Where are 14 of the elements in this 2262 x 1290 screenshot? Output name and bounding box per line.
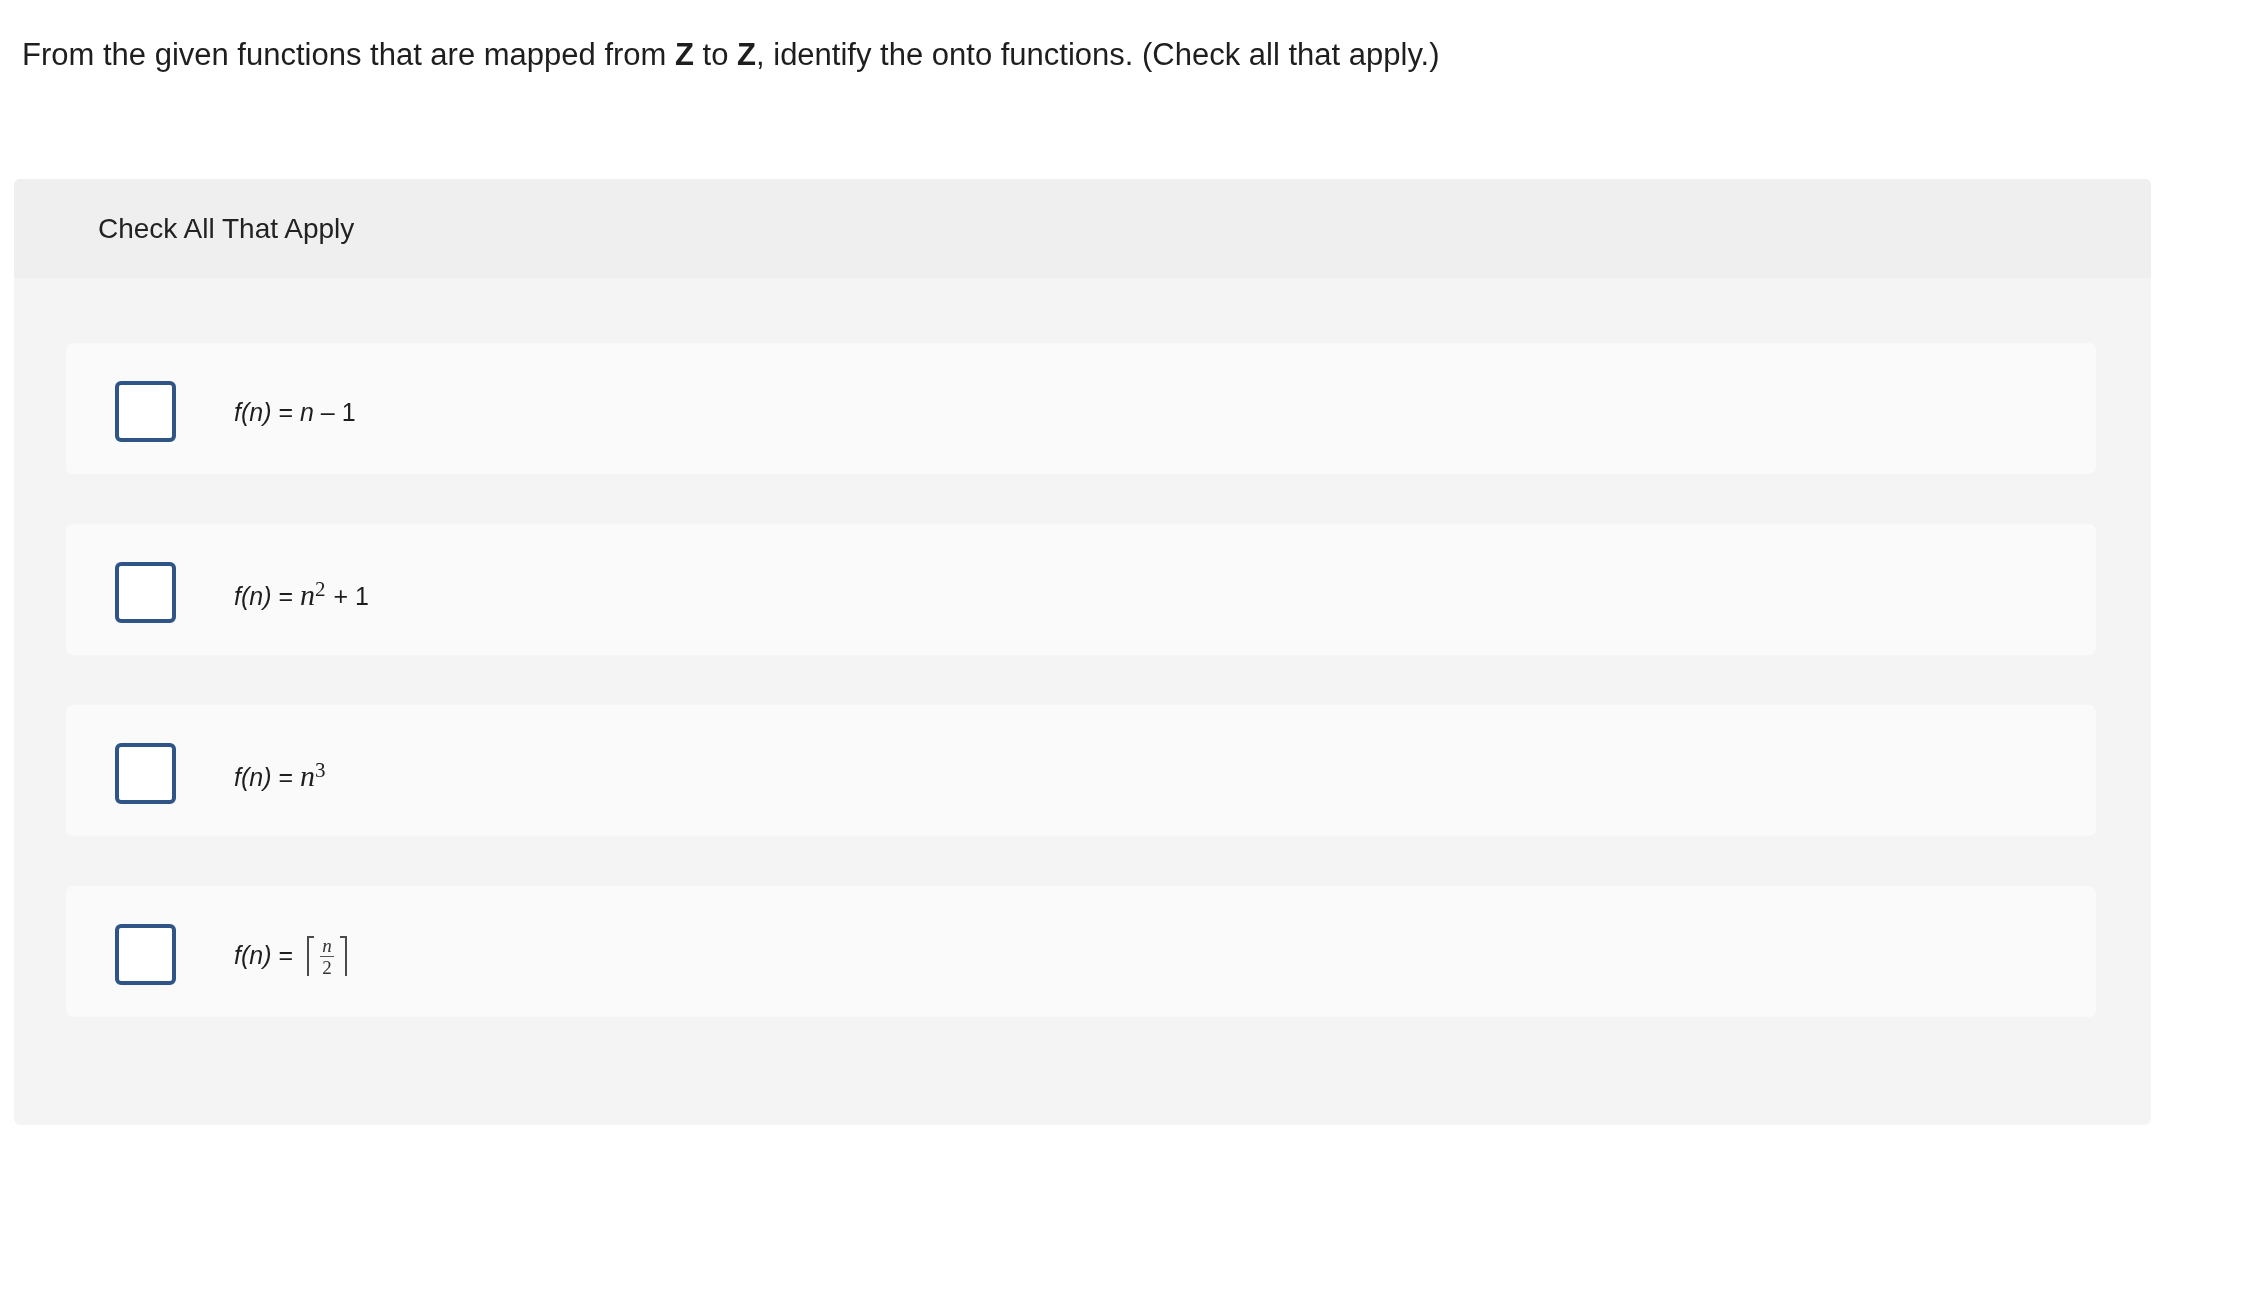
checkbox[interactable] — [115, 381, 176, 442]
checkbox[interactable] — [115, 743, 176, 804]
question-text: From the given functions that are mapped from Z to Z, identify the onto functions. (Check all that apply.) — [22, 36, 1440, 74]
fraction-denominator: 2 — [322, 959, 332, 977]
checkbox[interactable] — [115, 924, 176, 985]
fraction-numerator: n — [322, 936, 332, 955]
instruction-text: Check All That Apply — [98, 212, 355, 245]
formula-text: f(n) = n – 1 — [234, 396, 356, 428]
formula-text: f(n) = n$^{3}$ — [234, 756, 327, 795]
checkbox[interactable] — [115, 562, 176, 623]
formula-text: f(n) = — [234, 939, 294, 971]
ceiling-bracket-icon — [307, 936, 315, 976]
formula-text: f(n) = n$^{2}$ + 1 — [234, 575, 369, 614]
ceiling-bracket-icon — [340, 936, 348, 976]
